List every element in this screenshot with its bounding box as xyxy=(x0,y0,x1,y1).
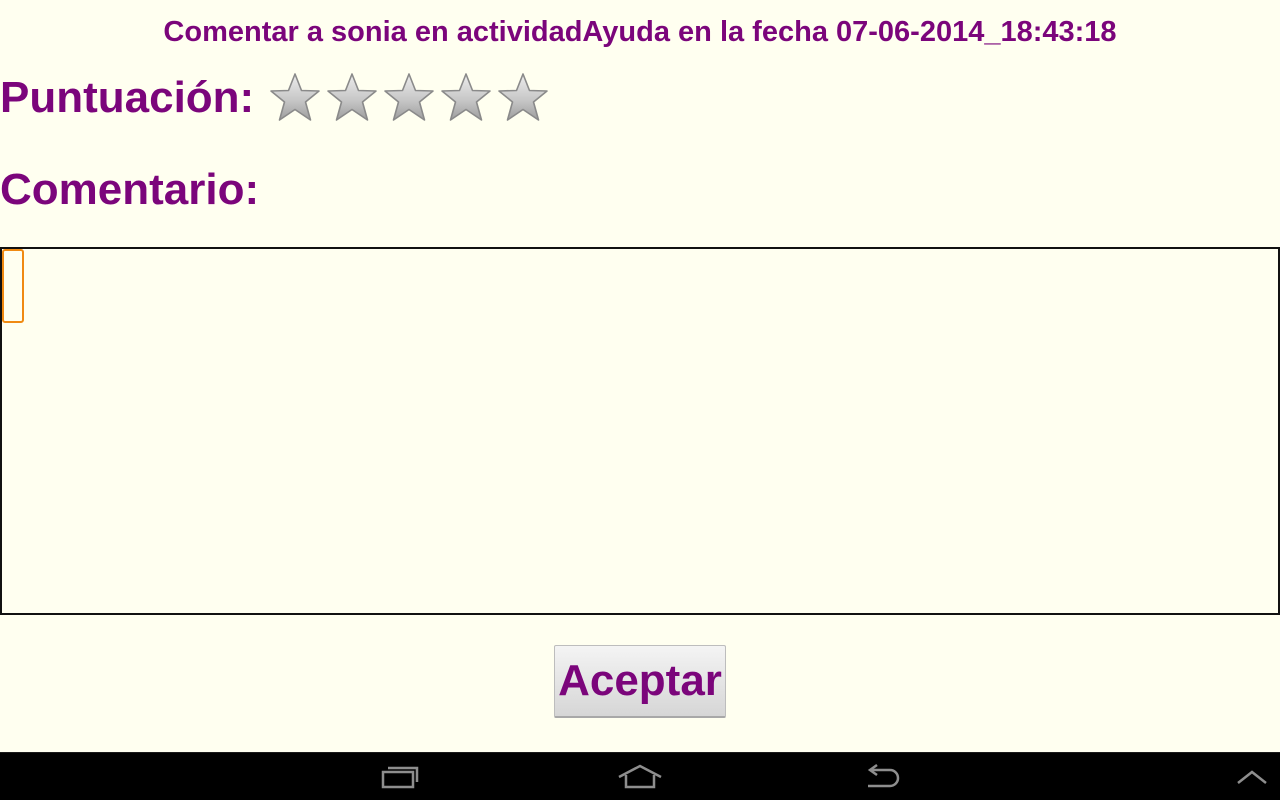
home-icon[interactable] xyxy=(600,753,680,800)
page-title: Comentar a sonia en actividadAyuda en la… xyxy=(163,16,1117,48)
star-icon[interactable] xyxy=(380,70,437,126)
star-icon[interactable] xyxy=(266,70,323,126)
recent-apps-icon[interactable] xyxy=(360,753,440,800)
menu-up-icon[interactable] xyxy=(1212,753,1280,800)
rating-stars xyxy=(266,70,551,126)
star-icon[interactable] xyxy=(437,70,494,126)
star-icon[interactable] xyxy=(323,70,380,126)
rating-label: Puntuación: xyxy=(0,73,255,122)
navigation-bar xyxy=(0,752,1280,800)
star-icon[interactable] xyxy=(494,70,551,126)
rating-row: Puntuación: xyxy=(0,68,551,128)
comment-box xyxy=(0,247,1280,615)
screen: Comentar a sonia en actividadAyuda en la… xyxy=(0,0,1280,800)
comment-label: Comentario: xyxy=(0,165,260,214)
back-icon[interactable] xyxy=(842,753,922,800)
accept-button[interactable]: Aceptar xyxy=(554,645,726,718)
comment-input[interactable] xyxy=(2,249,1278,613)
